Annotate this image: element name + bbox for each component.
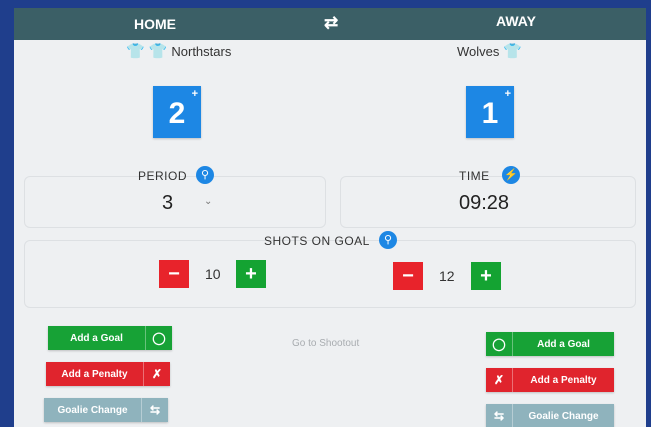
away-team[interactable]: Wolves 👕 xyxy=(457,44,522,59)
swap-teams-icon[interactable]: ⇄ xyxy=(324,13,338,33)
go-to-shootout-link[interactable]: Go to Shootout xyxy=(292,338,359,349)
home-goalie-change-label: Goalie Change xyxy=(57,404,128,416)
header-bar: HOME ⇄ AWAY xyxy=(14,8,646,40)
swap-icon: ⇆ xyxy=(141,398,168,422)
away-shots-plus-button[interactable]: + xyxy=(471,262,501,290)
away-add-goal-label: Add a Goal xyxy=(537,338,590,350)
home-shots-plus-button[interactable]: + xyxy=(236,260,266,288)
away-team-name: Wolves xyxy=(457,44,500,59)
home-add-goal-label: Add a Goal xyxy=(70,332,123,344)
whistle-icon: ✗ xyxy=(143,362,170,386)
home-goalie-change-button[interactable]: Goalie Change ⇆ xyxy=(44,398,168,422)
away-jersey-icon: 👕 xyxy=(503,43,523,60)
period-search-icon[interactable]: ⚲ xyxy=(196,166,214,184)
home-score-plus-icon: + xyxy=(191,88,198,100)
time-value[interactable]: 09:28 xyxy=(459,192,509,215)
away-score-plus-icon: + xyxy=(504,88,511,100)
home-score-value: 2 xyxy=(168,97,186,130)
home-team[interactable]: 👕 👕 Northstars xyxy=(126,44,231,59)
shots-label: SHOTS ON GOAL xyxy=(264,234,370,248)
home-add-penalty-label: Add a Penalty xyxy=(61,368,128,380)
away-shots-value: 12 xyxy=(439,268,455,284)
away-label: AWAY xyxy=(496,13,536,29)
home-alt-jersey-icon: 👕 xyxy=(148,43,168,60)
home-jersey-icon: 👕 xyxy=(126,43,145,60)
home-score[interactable]: 2 + xyxy=(153,86,201,138)
shots-panel xyxy=(24,240,636,308)
period-panel xyxy=(24,176,326,228)
time-lightning-icon[interactable]: ⚡ xyxy=(502,166,520,184)
home-add-penalty-button[interactable]: Add a Penalty ✗ xyxy=(46,362,170,386)
away-goalie-change-label: Goalie Change xyxy=(528,410,599,422)
home-team-name: Northstars xyxy=(171,44,232,59)
home-shots-minus-button[interactable]: − xyxy=(159,260,189,288)
shots-search-icon[interactable]: ⚲ xyxy=(379,231,397,249)
away-score-value: 1 xyxy=(481,97,499,130)
time-label: TIME xyxy=(459,169,490,183)
whistle-icon: ✗ xyxy=(486,368,513,392)
home-shots-value: 10 xyxy=(205,266,221,282)
away-add-goal-button[interactable]: ◯ Add a Goal xyxy=(486,332,614,356)
swap-icon: ⇆ xyxy=(486,404,513,427)
home-add-goal-button[interactable]: Add a Goal ◯ xyxy=(48,326,172,350)
home-label: HOME xyxy=(134,16,176,32)
away-shots-minus-button[interactable]: − xyxy=(393,262,423,290)
scoreboard-screen: HOME ⇄ AWAY 👕 👕 Northstars Wolves 👕 2 + … xyxy=(14,8,646,427)
away-add-penalty-label: Add a Penalty xyxy=(530,374,597,386)
away-add-penalty-button[interactable]: ✗ Add a Penalty xyxy=(486,368,614,392)
puck-icon: ◯ xyxy=(145,326,172,350)
puck-icon: ◯ xyxy=(486,332,513,356)
chevron-down-icon[interactable]: ⌄ xyxy=(204,196,212,207)
period-label: PERIOD xyxy=(138,169,188,183)
period-value[interactable]: 3 xyxy=(162,192,173,215)
away-goalie-change-button[interactable]: ⇆ Goalie Change xyxy=(486,404,614,427)
away-score[interactable]: 1 + xyxy=(466,86,514,138)
